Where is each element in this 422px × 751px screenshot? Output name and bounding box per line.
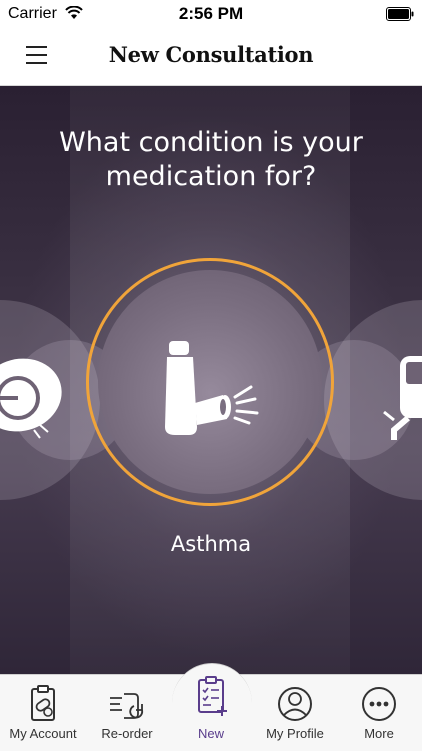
question-line-1: What condition is your [59, 127, 363, 158]
clipboard-pill-icon [31, 685, 55, 721]
page-title: New Consultation [108, 42, 314, 67]
more-icon [362, 687, 396, 721]
device-icon [383, 356, 422, 440]
new-consultation-icon [198, 676, 227, 716]
tab-bar: My Account Re-order New My Profile More [0, 663, 422, 751]
tab-label: More [364, 726, 394, 741]
tab-re-order[interactable]: Re-order [86, 675, 168, 751]
tab-my-account[interactable]: My Account [0, 675, 86, 751]
tab-label: My Profile [266, 726, 324, 741]
status-time: 2:56 PM [178, 4, 244, 23]
status-bar: Carrier 2:56 PM [0, 0, 422, 30]
stomach-icon [0, 358, 62, 439]
tab-more[interactable]: More [336, 675, 422, 751]
condition-option-previous[interactable] [0, 300, 130, 500]
battery-icon [386, 7, 414, 21]
question-line-2: medication for? [105, 161, 317, 192]
tab-my-profile[interactable]: My Profile [254, 675, 336, 751]
condition-picker: What condition is your medication for? A… [0, 86, 422, 674]
selected-condition-label: Asthma [170, 532, 252, 556]
condition-option-selected[interactable] [86, 258, 334, 506]
question-heading: What condition is your medication for? [20, 126, 402, 194]
nav-bar: New Consultation [0, 30, 422, 86]
reorder-icon [110, 693, 144, 719]
condition-option-next[interactable] [294, 300, 422, 500]
tab-label: My Account [9, 726, 77, 741]
profile-icon [278, 687, 312, 721]
tab-label: Re-order [101, 726, 153, 741]
tab-new[interactable]: New [168, 675, 254, 751]
inhaler-icon [165, 341, 259, 435]
tab-label: New [197, 726, 224, 741]
